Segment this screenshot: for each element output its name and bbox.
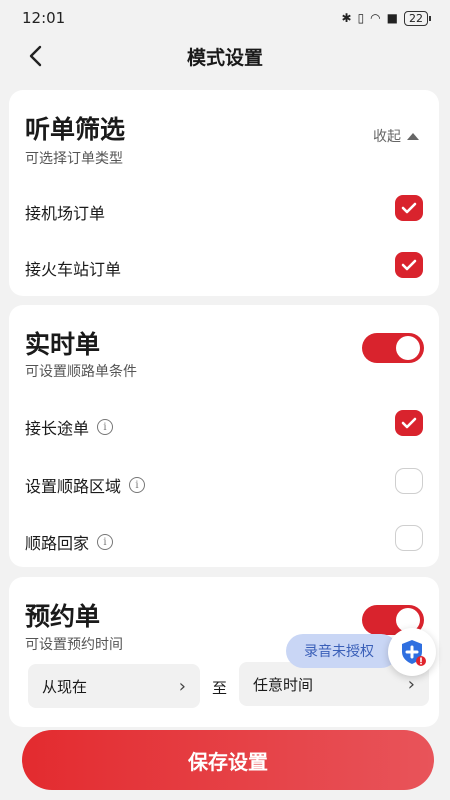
listen-filter-title: 听单筛选 <box>25 115 126 144</box>
recording-unauthorized-label: 录音未授权 <box>304 644 374 660</box>
long-distance-checkbox[interactable] <box>395 410 423 436</box>
check-icon <box>401 202 417 214</box>
long-distance-text: 接长途单 <box>25 419 90 438</box>
battery-icon: 22 <box>404 10 431 26</box>
wifi-icon: ◠ <box>370 11 381 25</box>
toggle-knob <box>396 336 420 360</box>
collapse-button[interactable]: 收起 <box>373 126 419 146</box>
airport-order-text: 接机场订单 <box>25 204 106 223</box>
check-icon <box>401 417 417 429</box>
status-bar: 12:01 ✱ ▯ ◠ ■ 22 <box>0 0 450 36</box>
realtime-title: 实时单 <box>25 330 101 359</box>
realtime-toggle[interactable] <box>362 333 424 363</box>
chevron-right-icon: › <box>178 675 186 697</box>
save-settings-button[interactable]: 保存设置 <box>22 730 434 790</box>
bluetooth-icon: ✱ <box>341 11 352 25</box>
reservation-title: 预约单 <box>25 602 101 631</box>
collapse-label: 收起 <box>373 129 401 145</box>
listen-filter-card: 听单筛选 可选择订单类型 收起 接机场订单 接火车站订单 <box>9 90 439 296</box>
long-distance-row: 接长途单 i <box>25 415 114 439</box>
from-time-select[interactable]: 从现在 › <box>28 664 200 708</box>
reservation-subtitle: 可设置预约时间 <box>25 637 123 653</box>
caret-up-icon <box>407 132 419 140</box>
airport-order-checkbox[interactable] <box>395 195 423 221</box>
realtime-card: 实时单 可设置顺路单条件 接长途单 i 设置顺路区域 i 顺路回家 i <box>9 305 439 567</box>
nav-bar: 模式设置 <box>0 36 450 76</box>
back-button[interactable] <box>22 42 48 70</box>
chevron-left-icon <box>29 45 42 67</box>
listen-filter-subtitle: 可选择订单类型 <box>25 151 123 167</box>
to-separator: 至 <box>212 679 228 697</box>
train-order-label: 接火车站订单 <box>25 256 121 280</box>
train-order-text: 接火车站订单 <box>25 260 122 279</box>
recording-unauthorized-pill[interactable]: 录音未授权 <box>286 634 398 668</box>
status-icons: ✱ ▯ ◠ ■ 22 <box>341 10 431 26</box>
info-icon[interactable]: i <box>129 477 146 493</box>
page-title: 模式设置 <box>186 46 263 69</box>
airport-order-label: 接机场订单 <box>25 200 105 224</box>
alert-icon: ■ <box>386 11 398 25</box>
go-home-checkbox[interactable] <box>395 525 423 551</box>
vibrate-icon: ▯ <box>357 11 365 25</box>
route-area-row: 设置顺路区域 i <box>25 473 146 497</box>
status-time: 12:01 <box>22 9 66 27</box>
until-time-label: 任意时间 <box>253 675 314 694</box>
safety-shield-button[interactable] <box>388 628 436 676</box>
from-time-label: 从现在 <box>42 677 88 696</box>
chevron-right-icon: › <box>407 673 415 695</box>
go-home-text: 顺路回家 <box>25 534 90 553</box>
info-icon[interactable]: i <box>97 419 114 435</box>
route-area-text: 设置顺路区域 <box>25 477 122 496</box>
route-area-checkbox[interactable] <box>395 468 423 494</box>
realtime-subtitle: 可设置顺路单条件 <box>25 364 137 380</box>
train-order-checkbox[interactable] <box>395 252 423 278</box>
info-icon[interactable]: i <box>97 534 114 550</box>
shield-icon <box>402 640 426 666</box>
check-icon <box>401 259 417 271</box>
go-home-row: 顺路回家 i <box>25 530 114 554</box>
